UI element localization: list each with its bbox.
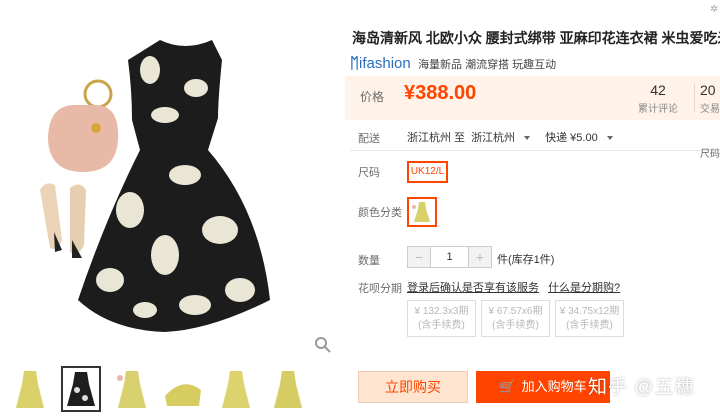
thumbnail-strip xyxy=(0,366,340,414)
installment-info: 登录后确认是否享有该服务 什么是分期购? xyxy=(407,279,620,295)
reviews-label: 累计评论 xyxy=(638,104,678,115)
ship-to-value: 浙江杭州 xyxy=(471,132,516,144)
thumbnail-5[interactable] xyxy=(216,366,256,412)
color-option[interactable] xyxy=(407,197,437,227)
price-label: 价格 xyxy=(360,90,385,104)
watermark: 知乎 @五穗 xyxy=(588,377,695,398)
stock-info: 件(库存1件) xyxy=(497,254,555,266)
installment-help-link[interactable]: 什么是分期购? xyxy=(548,282,620,294)
chevron-down-icon xyxy=(606,136,613,141)
color-label: 颜色分类 xyxy=(358,207,402,219)
ship-method-value: 快递 ¥5.00 xyxy=(545,132,598,144)
product-title: 海岛清新风 北欧小众 腰封式绑带 亚麻印花连衣裙 米虫爱吃米 xyxy=(352,30,720,46)
installment-option-6[interactable]: ¥ 67.57x6期 (含手续费) xyxy=(481,300,550,337)
brand-logo-text: ifashion xyxy=(359,55,411,72)
quantity-increase-button[interactable]: + xyxy=(468,247,491,267)
quantity-stepper: − 1 + xyxy=(407,246,492,268)
divider xyxy=(350,150,720,151)
ship-method-dropdown[interactable]: 快递 ¥5.00 xyxy=(545,132,613,144)
thumbnail-6[interactable] xyxy=(268,366,308,412)
cart-icon: 🛒 xyxy=(499,379,516,394)
size-option-uk12l[interactable]: UK12/L xyxy=(407,161,448,183)
installment-option-12[interactable]: ¥ 34.75x12期 (含手续费) xyxy=(555,300,624,337)
installment-option-3[interactable]: ¥ 132.3x3期 (含手续费) xyxy=(407,300,476,337)
ship-to-dropdown[interactable]: 浙江杭州 xyxy=(471,132,531,144)
ifashion-logo-icon: ᛖ xyxy=(350,55,360,72)
reviews-count: 42 xyxy=(650,82,666,98)
stat-divider xyxy=(694,84,695,112)
installment-fee: (含手续费) xyxy=(492,320,539,331)
installment-label: 花呗分期 xyxy=(358,283,402,295)
brand-tags: 海量新品 潮流穿搭 玩趣互动 xyxy=(418,59,557,71)
quantity-decrease-button[interactable]: − xyxy=(408,247,431,267)
thumbnail-3[interactable] xyxy=(112,366,152,412)
shoes-image xyxy=(40,183,86,258)
price-value: ¥388.00 xyxy=(404,82,477,104)
plus-icon: + xyxy=(475,249,485,265)
add-to-cart-label: 加入购物车 xyxy=(521,379,587,394)
size-label: 尺码 xyxy=(358,167,380,179)
quantity-input[interactable]: 1 xyxy=(430,247,469,267)
minus-icon: − xyxy=(414,249,424,265)
installment-fee: (含手续费) xyxy=(418,320,465,331)
buy-now-button[interactable]: 立即购买 xyxy=(358,371,468,403)
size-chart-link[interactable]: 尺码 xyxy=(700,145,720,160)
zoom-icon[interactable] xyxy=(313,335,333,355)
shipping-info: 浙江杭州 至浙江杭州 快递 ¥5.00 xyxy=(407,129,619,145)
thumbnail-2-selected[interactable] xyxy=(61,366,101,412)
installment-amount: ¥ 132.3x3期 xyxy=(414,306,469,317)
sales-stat: 20 交易成 xyxy=(700,82,720,115)
settings-icon[interactable]: ✲ xyxy=(710,4,718,15)
reviews-stat[interactable]: 42 累计评论 xyxy=(628,82,688,115)
installment-amount: ¥ 67.57x6期 xyxy=(488,306,543,317)
brand-row: ᛖifashion 海量新品 潮流穿搭 玩趣互动 xyxy=(350,55,556,75)
ifashion-logo[interactable]: ᛖifashion xyxy=(350,55,411,72)
thumbnail-1[interactable] xyxy=(10,366,50,412)
main-product-image[interactable] xyxy=(0,0,340,358)
bag-image xyxy=(48,79,119,172)
sales-count: 20 xyxy=(700,82,716,98)
installment-amount: ¥ 34.75x12期 xyxy=(559,306,620,317)
thumbnail-4[interactable] xyxy=(163,366,203,412)
installment-login-note[interactable]: 登录后确认是否享有该服务 xyxy=(407,282,539,294)
shipping-label: 配送 xyxy=(358,133,380,145)
installment-fee: (含手续费) xyxy=(566,320,613,331)
ship-from: 浙江杭州 至 xyxy=(407,132,466,144)
chevron-down-icon xyxy=(524,136,531,141)
quantity-label: 数量 xyxy=(358,255,380,267)
sales-label: 交易成 xyxy=(700,104,720,115)
